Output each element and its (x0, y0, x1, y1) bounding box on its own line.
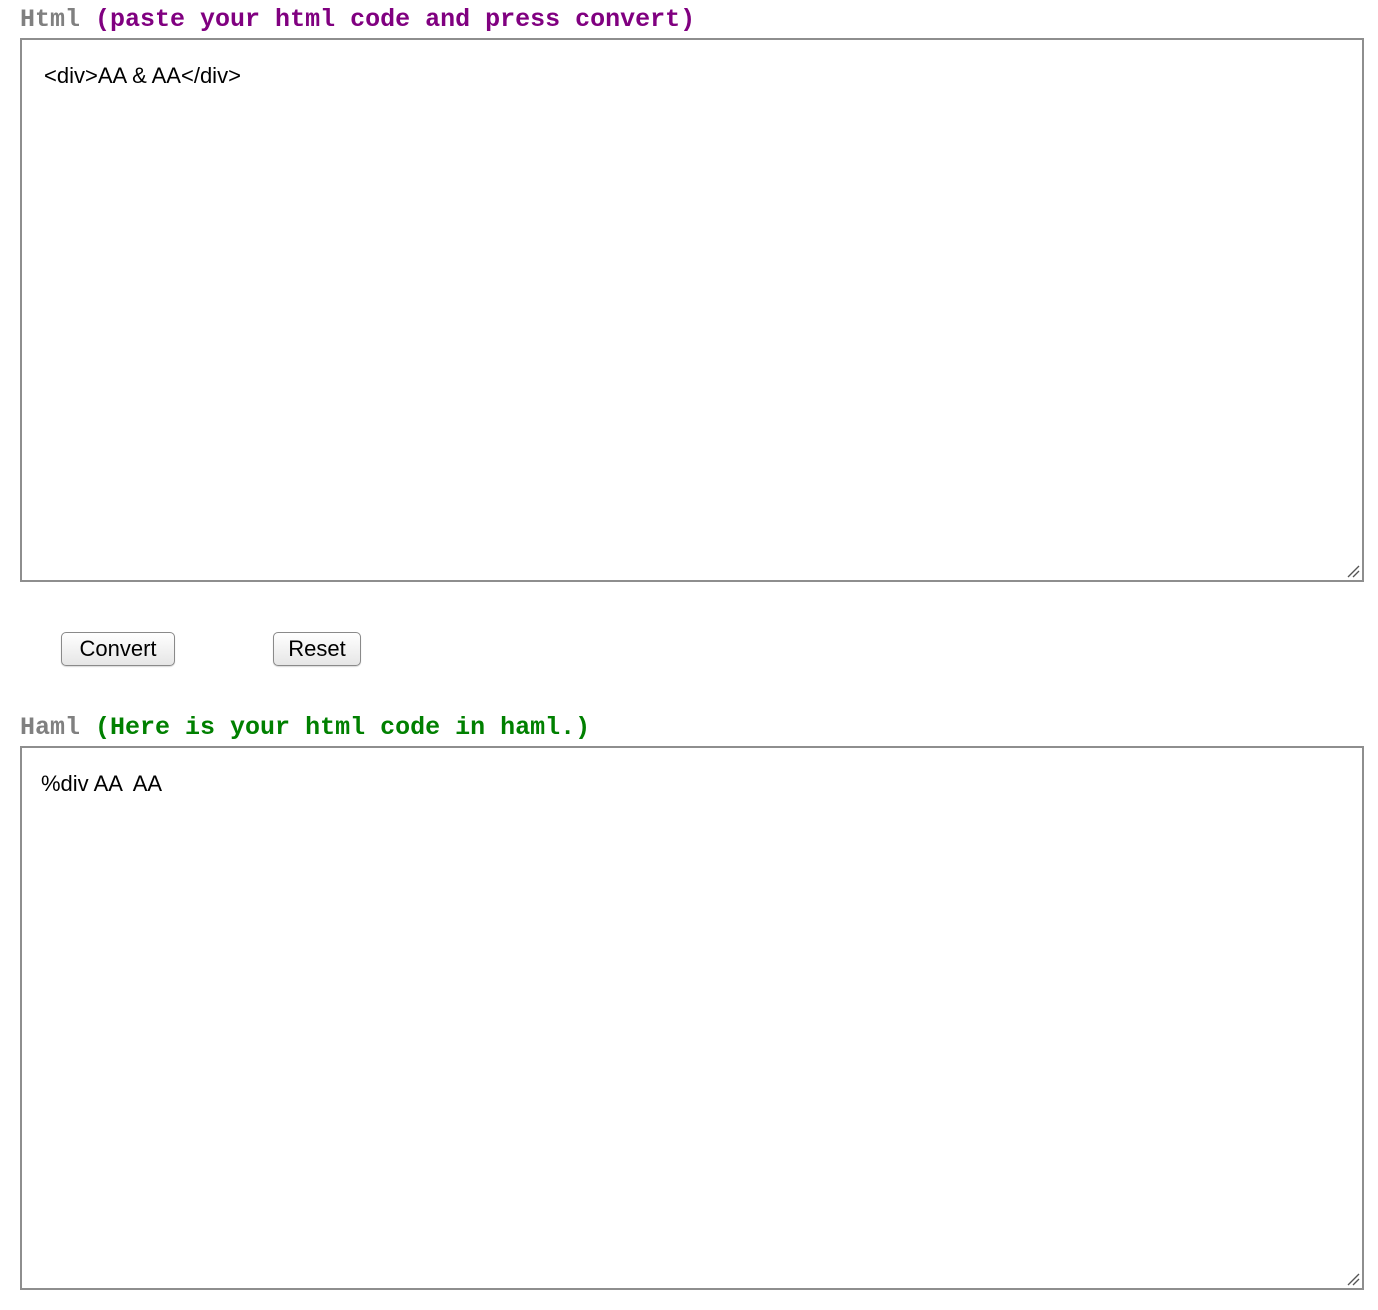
haml-label: Haml (20, 713, 81, 742)
html-label: Html (20, 5, 81, 34)
html-hint: (paste your html code and press convert) (95, 5, 696, 34)
haml-output-value[interactable]: %div AA AA (41, 770, 162, 798)
resize-grip-icon[interactable] (1344, 562, 1360, 578)
html-input-textarea[interactable]: <div>AA & AA</div> (20, 38, 1364, 582)
convert-button[interactable]: Convert (61, 632, 175, 666)
haml-output-textarea[interactable]: %div AA AA (20, 746, 1364, 1290)
html-input-value[interactable]: <div>AA & AA</div> (44, 62, 241, 90)
resize-grip-icon[interactable] (1344, 1270, 1360, 1286)
reset-button[interactable]: Reset (273, 632, 361, 666)
html-section-heading: Html (paste your html code and press con… (20, 4, 695, 36)
haml-hint: (Here is your html code in haml.) (95, 713, 591, 742)
haml-section-heading: Haml (Here is your html code in haml.) (20, 712, 590, 744)
